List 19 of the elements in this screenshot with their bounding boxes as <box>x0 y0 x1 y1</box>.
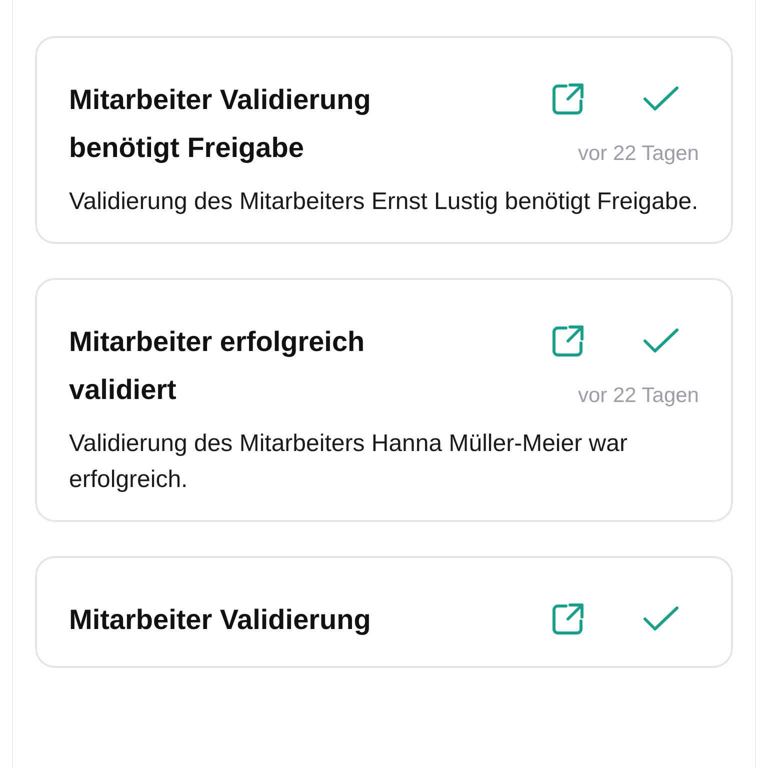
timestamp: vor 22 Tagen <box>578 384 699 408</box>
notification-title: Mitarbeiter Validierung <box>69 603 372 637</box>
check-icon <box>643 328 679 354</box>
notification-title: Mitarbeiter Validierung benötigt Freigabe <box>69 83 372 165</box>
mark-read-button[interactable] <box>643 86 679 112</box>
mark-read-button[interactable] <box>643 328 679 354</box>
check-icon <box>643 86 679 112</box>
external-link-icon <box>551 324 585 358</box>
open-link-button[interactable] <box>551 82 585 116</box>
open-link-button[interactable] <box>551 324 585 358</box>
external-link-icon <box>551 82 585 116</box>
notification-message: Validierung des Mitarbeiters Ernst Lustig benötigt Freigabe. <box>69 187 699 217</box>
notification-message: Validierung des Mitarbeiters Hanna Müller-Meier war erfolgreich. <box>69 429 628 495</box>
external-link-icon <box>551 602 585 636</box>
check-icon <box>643 606 679 632</box>
open-link-button[interactable] <box>551 602 585 636</box>
timestamp: vor 22 Tagen <box>578 142 699 166</box>
notification-title: Mitarbeiter erfolgreich validiert <box>69 325 366 407</box>
mark-read-button[interactable] <box>643 606 679 632</box>
